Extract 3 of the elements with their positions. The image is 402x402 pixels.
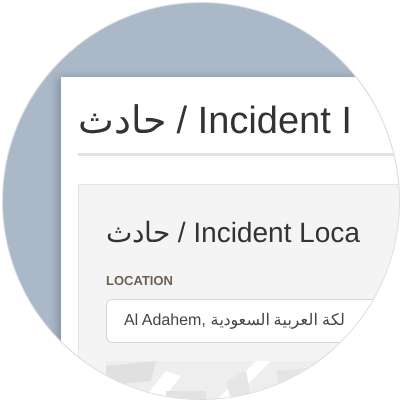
card-title: حادث / Incident Loca bbox=[106, 216, 361, 250]
field-label: LOCATION bbox=[106, 272, 174, 290]
page-title: حادث / Incident I bbox=[78, 99, 353, 144]
